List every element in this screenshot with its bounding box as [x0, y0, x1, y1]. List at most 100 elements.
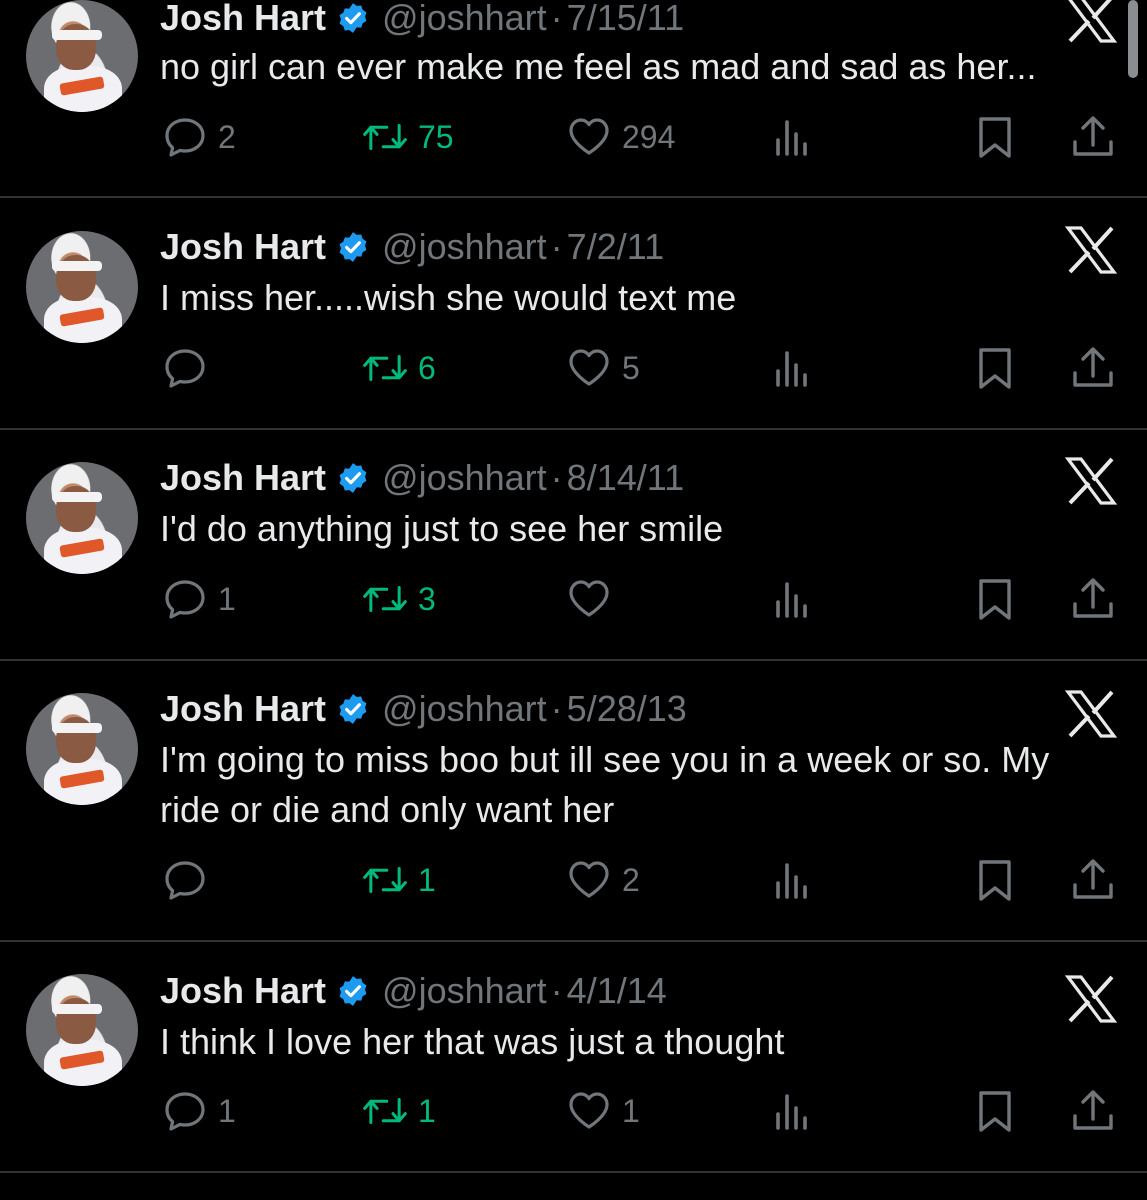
tweet-actions: 1 1 1 [0, 1086, 1147, 1136]
reply-icon [165, 349, 205, 388]
verified-badge-icon [339, 976, 367, 1006]
share-button[interactable] [1070, 112, 1116, 162]
tweet-text: I think I love her that was just a thoug… [160, 1021, 785, 1062]
like-icon [569, 349, 609, 386]
x-logo-icon [1064, 457, 1118, 505]
retweet-button[interactable]: 1 [362, 855, 436, 905]
display-name[interactable]: Josh Hart [160, 457, 326, 499]
views-button[interactable] [770, 574, 816, 624]
tweet-header: Josh Hart @joshhart · 4/1/14 [160, 969, 667, 1013]
tweet-header: Josh Hart @joshhart · 7/2/11 [160, 225, 664, 269]
reply-count: 1 [218, 580, 236, 617]
views-icon [776, 863, 807, 899]
separator-dot: · [550, 0, 563, 38]
tweet-actions: 6 5 [0, 343, 1147, 393]
retweet-button[interactable]: 3 [362, 574, 436, 624]
views-button[interactable] [770, 855, 816, 905]
share-icon [1073, 347, 1113, 387]
bookmark-button[interactable] [972, 343, 1018, 393]
bookmark-button[interactable] [972, 574, 1018, 624]
scrollbar[interactable] [1128, 0, 1138, 78]
bookmark-button[interactable] [972, 855, 1018, 905]
handle[interactable]: @joshhart [382, 457, 547, 499]
divider [0, 659, 1147, 661]
bookmark-icon [979, 348, 1011, 389]
display-name[interactable]: Josh Hart [160, 688, 326, 730]
views-button[interactable] [770, 1086, 816, 1136]
like-button[interactable]: 1 [566, 1086, 640, 1136]
avatar[interactable] [26, 974, 138, 1086]
retweet-count: 1 [418, 1092, 436, 1129]
reply-icon [165, 118, 205, 157]
handle[interactable]: @joshhart [382, 0, 547, 39]
display-name[interactable]: Josh Hart [160, 0, 326, 39]
x-logo-icon [1068, 0, 1118, 43]
divider [0, 196, 1147, 198]
reply-button[interactable]: 1 [162, 1086, 236, 1136]
reply-count: 2 [218, 118, 236, 155]
share-button[interactable] [1070, 574, 1116, 624]
share-icon [1073, 578, 1113, 618]
like-icon [569, 118, 609, 155]
share-button[interactable] [1070, 343, 1116, 393]
retweet-icon [363, 1097, 407, 1125]
share-icon [1073, 1090, 1113, 1130]
reply-button[interactable]: 1 [162, 574, 236, 624]
separator-dot: · [550, 457, 563, 498]
views-icon [776, 120, 807, 156]
like-button[interactable]: 5 [566, 343, 640, 393]
views-icon [776, 582, 807, 618]
reply-icon [165, 861, 205, 900]
bookmark-button[interactable] [972, 112, 1018, 162]
tweet-actions: 1 3 [0, 574, 1147, 624]
like-button[interactable]: 294 [566, 112, 675, 162]
x-logo-icon [1064, 690, 1118, 738]
reply-icon [165, 580, 205, 619]
handle[interactable]: @joshhart [382, 970, 547, 1012]
reply-button[interactable] [162, 855, 218, 905]
reply-icon [165, 1092, 205, 1131]
like-icon [569, 1092, 609, 1129]
views-button[interactable] [770, 112, 816, 162]
avatar[interactable] [26, 0, 138, 112]
views-button[interactable] [770, 343, 816, 393]
tweet-date[interactable]: 4/1/14 [567, 970, 667, 1012]
tweet-date[interactable]: 8/14/11 [567, 457, 684, 499]
retweet-button[interactable]: 1 [362, 1086, 436, 1136]
avatar[interactable] [26, 693, 138, 805]
avatar[interactable] [26, 231, 138, 343]
tweet-date[interactable]: 7/2/11 [567, 226, 664, 268]
display-name[interactable]: Josh Hart [160, 970, 326, 1012]
display-name[interactable]: Josh Hart [160, 226, 326, 268]
bookmark-button[interactable] [972, 1086, 1018, 1136]
like-count: 5 [622, 349, 640, 386]
avatar[interactable] [26, 462, 138, 574]
retweet-count: 75 [418, 118, 454, 155]
tweet-text: I'd do anything just to see her smile [160, 508, 724, 549]
tweet-date[interactable]: 5/28/13 [567, 688, 687, 730]
like-count: 1 [622, 1092, 640, 1129]
tweet-date[interactable]: 7/15/11 [567, 0, 684, 39]
bookmark-icon [979, 117, 1011, 158]
bookmark-icon [979, 579, 1011, 620]
bookmark-icon [979, 860, 1011, 901]
share-icon [1073, 116, 1113, 156]
retweet-button[interactable]: 6 [362, 343, 436, 393]
retweet-icon [363, 123, 407, 151]
like-count: 2 [622, 861, 640, 898]
like-button[interactable]: 2 [566, 855, 640, 905]
handle[interactable]: @joshhart [382, 688, 547, 730]
separator-dot: · [550, 970, 563, 1011]
retweet-icon [363, 585, 407, 613]
x-logo-icon [1064, 226, 1118, 274]
divider [0, 428, 1147, 430]
retweet-button[interactable]: 75 [362, 112, 454, 162]
share-button[interactable] [1070, 1086, 1116, 1136]
tweet-header: Josh Hart @joshhart · 8/14/11 [160, 456, 684, 500]
like-button[interactable] [566, 574, 622, 624]
handle[interactable]: @joshhart [382, 226, 547, 268]
share-button[interactable] [1070, 855, 1116, 905]
like-icon [569, 861, 609, 898]
reply-button[interactable] [162, 343, 218, 393]
reply-button[interactable]: 2 [162, 112, 236, 162]
